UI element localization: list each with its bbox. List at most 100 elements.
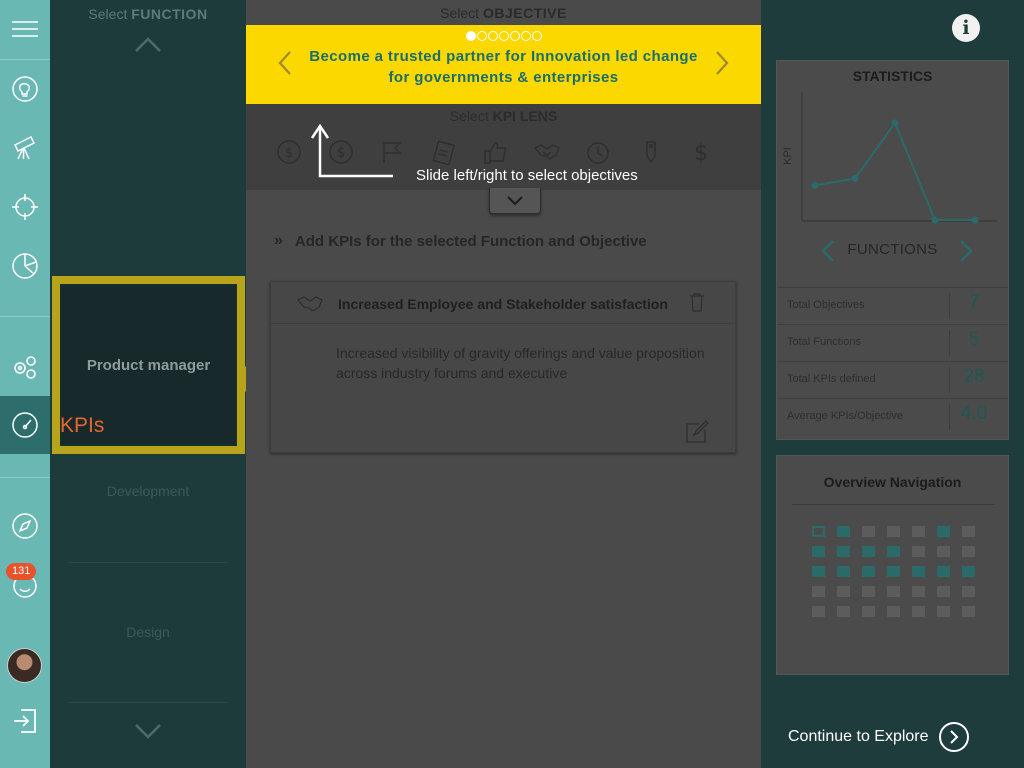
overview-cell[interactable] [837,546,850,557]
overview-cell[interactable] [812,546,825,557]
gears-icon[interactable] [0,338,50,396]
overview-cell[interactable] [962,566,975,577]
add-kpis-row[interactable]: » Add KPIs for the selected Function and… [274,232,647,250]
chevron-down-icon[interactable] [134,722,162,740]
overview-cell[interactable] [862,526,875,537]
speedometer-icon[interactable] [0,396,50,454]
overview-cell[interactable] [837,606,850,617]
overview-cell[interactable] [912,526,925,537]
target-icon[interactable] [0,178,50,236]
overview-cell[interactable] [912,566,925,577]
pie-chart-icon[interactable] [0,237,50,295]
overview-cell[interactable] [812,586,825,597]
overview-cell[interactable] [887,546,900,557]
continue-explore-button[interactable]: Continue to Explore [788,722,969,752]
overview-cell[interactable] [912,586,925,597]
overview-cell[interactable] [837,566,850,577]
pager-dot[interactable] [465,31,476,41]
avatar[interactable] [7,648,42,683]
overview-cell[interactable] [962,546,975,557]
stat-label: Total KPIs defined [787,373,876,385]
dollar-icon[interactable]: $ [688,139,714,165]
chevron-right-icon [938,722,969,752]
overview-cell[interactable] [812,566,825,577]
overview-cell[interactable] [937,566,950,577]
edit-icon[interactable] [685,420,709,444]
pager-dot[interactable] [476,31,487,41]
overview-cell[interactable] [812,526,825,537]
stat-divider [777,287,1008,288]
overview-cell[interactable] [862,586,875,597]
overview-cell[interactable] [862,566,875,577]
overview-cell[interactable] [862,606,875,617]
chevron-right-icon[interactable] [714,50,730,76]
pager-dot[interactable] [498,31,509,41]
overview-cell[interactable] [937,526,950,537]
stat-row: Total Functions 5 [777,324,1008,361]
kpi-card-header: Increased Employee and Stakeholder satis… [271,282,735,324]
handshake-icon[interactable] [533,139,560,165]
function-item-design[interactable]: Design [50,624,246,640]
collapse-lens-button[interactable] [489,188,541,214]
pager-dot[interactable] [520,31,531,41]
overview-cell[interactable] [912,606,925,617]
stopwatch-icon[interactable] [585,139,611,165]
chart-series-line [814,120,975,221]
info-icon[interactable]: i [952,14,980,42]
stat-label: Total Functions [787,336,861,348]
overview-cell[interactable] [937,586,950,597]
function-item-development[interactable]: Development [50,483,246,499]
compass-icon[interactable] [0,497,50,555]
double-chevron-icon: » [274,232,283,249]
overview-cell[interactable] [837,526,850,537]
dollar-cycle-icon[interactable]: $ [276,139,302,165]
pager-dot[interactable] [487,31,498,41]
overview-cell[interactable] [962,586,975,597]
overview-cell[interactable] [887,526,900,537]
price-tag-icon[interactable] [637,139,663,165]
chart-point [811,181,819,189]
overview-cell[interactable] [962,526,975,537]
kpi-card[interactable]: Increased Employee and Stakeholder satis… [270,281,736,453]
overview-cell[interactable] [887,606,900,617]
kpi-chart: KPI [782,92,997,224]
lightbulb-icon[interactable] [0,60,50,118]
overview-cell[interactable] [812,606,825,617]
overview-cell[interactable] [887,566,900,577]
objective-title: Select OBJECTIVE [440,5,567,21]
overview-navigation: Overview Navigation [776,455,1009,675]
stat-divider [777,324,1008,325]
overview-cell[interactable] [962,606,975,617]
stat-row: Total Objectives 7 [777,287,1008,324]
thumbs-up-icon[interactable] [482,139,508,165]
logout-icon[interactable] [0,692,50,750]
chevron-right-icon[interactable] [959,239,973,263]
chevron-left-icon[interactable] [277,50,293,76]
function-divider [68,702,228,703]
handshake-icon [297,296,323,312]
objective-banner[interactable]: Become a trusted partner for Innovation … [246,25,761,104]
menu-icon[interactable] [0,0,50,58]
icon-rail: 131 [0,0,50,768]
clipboard-icon[interactable] [431,139,457,165]
overview-cell[interactable] [862,546,875,557]
telescope-icon[interactable] [0,118,50,176]
stat-value: 5 [968,329,980,350]
svg-text:$: $ [285,146,293,161]
chevron-up-icon[interactable] [134,36,162,54]
add-kpis-label: Add KPIs for the selected Function and O… [294,232,647,250]
stat-value: 7 [968,292,980,313]
overview-cell[interactable] [937,546,950,557]
overview-cell[interactable] [837,586,850,597]
stat-value: 4.0 [960,403,988,424]
objective-pager[interactable] [246,28,761,46]
kpi-lens-area: Select KPI LENS $ $ $ Slide left/right t… [246,104,761,190]
trash-icon[interactable] [689,293,705,312]
pager-dot[interactable] [509,31,520,41]
pager-dot[interactable] [531,31,542,41]
functions-nav: FUNCTIONS [777,239,1008,281]
function-divider [68,562,228,563]
overview-cell[interactable] [912,546,925,557]
overview-cell[interactable] [887,586,900,597]
overview-cell[interactable] [937,606,950,617]
